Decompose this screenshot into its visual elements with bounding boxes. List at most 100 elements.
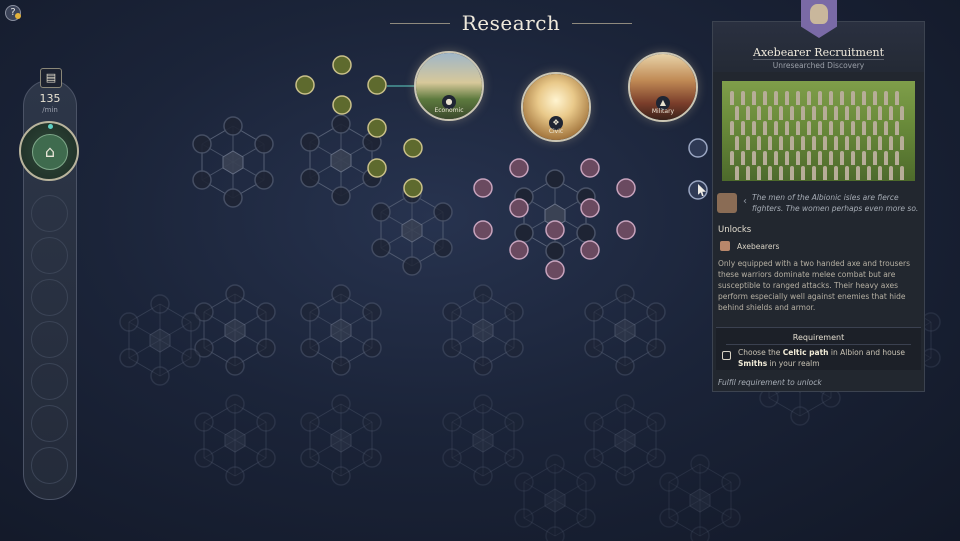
locked-research-node[interactable] [300,132,320,152]
locked-research-node[interactable] [331,186,351,206]
locked-research-node[interactable] [300,168,320,188]
locked-research-node[interactable] [442,448,462,468]
locked-research-node[interactable] [256,412,276,432]
research-queue-slot[interactable] [31,447,68,484]
locked-research-node[interactable] [223,116,243,136]
locked-research-node[interactable] [119,312,139,332]
active-research-slot[interactable]: ⌂ [19,121,79,181]
locked-research-node[interactable] [690,454,710,474]
locked-research-node[interactable] [576,472,596,492]
locked-research-node[interactable] [442,302,462,322]
research-queue-slot[interactable] [31,405,68,442]
locked-research-node[interactable] [473,356,493,376]
locked-research-node[interactable] [300,412,320,432]
economic-research-node[interactable] [403,138,423,158]
research-queue-slot[interactable] [31,279,68,316]
civic-research-node[interactable] [616,220,636,240]
locked-research-node[interactable] [646,412,666,432]
locked-research-node[interactable] [514,508,534,528]
locked-research-node[interactable] [225,284,245,304]
locked-research-node[interactable] [225,466,245,486]
civic-research-node[interactable] [580,158,600,178]
locked-research-node[interactable] [514,223,534,243]
locked-research-node[interactable] [194,448,214,468]
locked-research-node[interactable] [646,302,666,322]
economic-research-node[interactable] [367,75,387,95]
locked-research-node[interactable] [721,508,741,528]
locked-research-node[interactable] [192,134,212,154]
research-queue-slot[interactable] [31,195,68,232]
locked-research-node[interactable] [442,338,462,358]
locked-research-node[interactable] [300,448,320,468]
civic-research-node[interactable] [580,198,600,218]
locked-research-node[interactable] [256,338,276,358]
locked-research-node[interactable] [362,302,382,322]
locked-research-node[interactable] [721,472,741,492]
branch-military[interactable]: ▲ Military [628,52,698,122]
branch-civic[interactable]: ❖ Civic [521,72,591,142]
economic-research-node[interactable] [367,158,387,178]
civic-research-node[interactable] [509,198,529,218]
locked-research-node[interactable] [150,366,170,386]
locked-research-node[interactable] [473,284,493,304]
locked-research-node[interactable] [646,448,666,468]
locked-research-node[interactable] [584,448,604,468]
locked-research-node[interactable] [615,394,635,414]
milestone-node[interactable] [689,488,711,513]
civic-research-node[interactable] [473,220,493,240]
locked-research-node[interactable] [545,241,565,261]
locked-research-node[interactable] [504,448,524,468]
locked-research-node[interactable] [402,256,422,276]
locked-research-node[interactable] [256,448,276,468]
economic-research-node[interactable] [295,75,315,95]
military-research-node[interactable] [688,138,708,158]
milestone-node[interactable] [544,488,566,513]
milestone-node[interactable] [149,328,171,353]
locked-research-node[interactable] [150,294,170,314]
branch-economic[interactable]: ● Economic [414,51,484,121]
locked-research-node[interactable] [433,238,453,258]
locked-research-node[interactable] [362,338,382,358]
locked-research-node[interactable] [504,338,524,358]
milestone-node[interactable] [472,318,494,343]
locked-research-node[interactable] [225,394,245,414]
locked-research-node[interactable] [615,284,635,304]
locked-research-node[interactable] [181,312,201,332]
locked-research-node[interactable] [371,202,391,222]
locked-research-node[interactable] [331,114,351,134]
locked-research-node[interactable] [331,466,351,486]
locked-research-node[interactable] [331,356,351,376]
civic-research-node[interactable] [545,260,565,280]
locked-research-node[interactable] [545,454,565,474]
locked-research-node[interactable] [256,302,276,322]
civic-research-node[interactable] [616,178,636,198]
locked-research-node[interactable] [473,466,493,486]
locked-research-node[interactable] [433,202,453,222]
civic-research-node[interactable] [509,158,529,178]
locked-research-node[interactable] [584,302,604,322]
locked-research-node[interactable] [300,338,320,358]
locked-research-node[interactable] [514,472,534,492]
locked-research-node[interactable] [576,508,596,528]
locked-research-node[interactable] [119,348,139,368]
milestone-node[interactable] [222,150,244,175]
locked-research-node[interactable] [790,406,810,426]
locked-research-node[interactable] [192,170,212,190]
economic-research-node[interactable] [403,178,423,198]
locked-research-node[interactable] [659,472,679,492]
locked-research-node[interactable] [545,169,565,189]
milestone-node[interactable] [330,428,352,453]
milestone-node[interactable] [330,148,352,173]
locked-research-node[interactable] [545,526,565,541]
locked-research-node[interactable] [442,412,462,432]
locked-research-node[interactable] [473,394,493,414]
milestone-node[interactable] [224,428,246,453]
locked-research-node[interactable] [659,508,679,528]
civic-research-node[interactable] [473,178,493,198]
economic-research-node[interactable] [367,118,387,138]
locked-research-node[interactable] [362,448,382,468]
milestone-node[interactable] [614,428,636,453]
milestone-node[interactable] [472,428,494,453]
research-queue-slot[interactable] [31,321,68,358]
locked-research-node[interactable] [646,338,666,358]
